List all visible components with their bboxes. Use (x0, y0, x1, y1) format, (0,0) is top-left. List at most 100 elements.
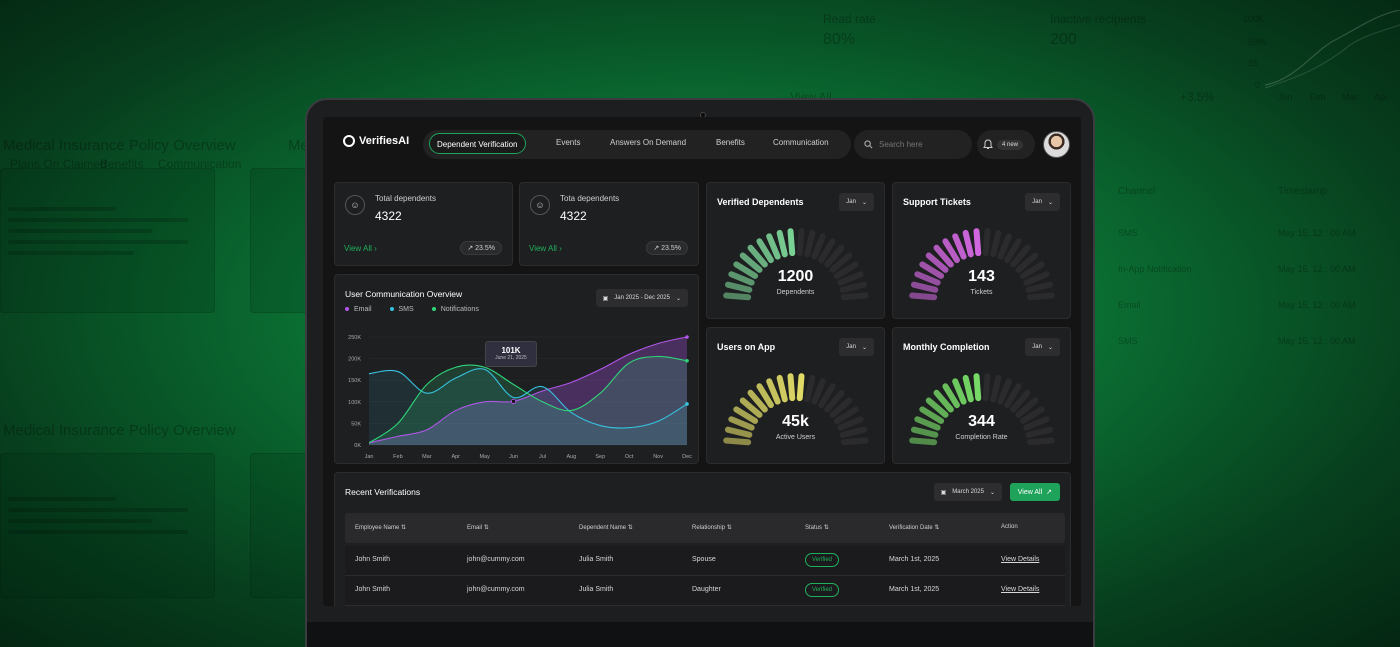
chevron-down-icon: ⌄ (1047, 344, 1053, 351)
users-icon: ☺ (345, 195, 365, 215)
bg-td: May 15, 12 : 00 AM (1278, 264, 1356, 274)
gauge-title: Users on App (717, 342, 776, 352)
highlight-point (510, 398, 517, 405)
view-all-button[interactable]: View All ↗ (1009, 483, 1060, 501)
bg-stat-value-2: 200 (1050, 31, 1077, 48)
month-dropdown[interactable]: Jan ⌄ (1025, 193, 1060, 211)
tab-events[interactable]: Events (556, 138, 580, 147)
month-dropdown[interactable]: ▣ March 2025 ⌄ (933, 483, 1002, 501)
y-tick-label: 150K (348, 378, 361, 384)
month-dropdown[interactable]: Jan ⌄ (1025, 338, 1060, 356)
change-badge: ↗ 23.5% (646, 241, 688, 255)
y-tick-label: 50K (351, 421, 361, 427)
bg-axis-1: 100K (1243, 14, 1265, 24)
tab-benefits[interactable]: Benefits (716, 138, 745, 147)
series-area (369, 356, 687, 445)
brand-name: VerifiesAI (359, 135, 410, 147)
communication-overview-card: User Communication Overview ▣ Jan 2025 -… (334, 274, 699, 464)
tab-dependent-verification[interactable]: Dependent Verification (429, 133, 526, 154)
x-tick-label: Jul (539, 454, 546, 460)
gauge-subtitle: Active Users (775, 434, 816, 441)
status-badge: Verified (805, 583, 840, 597)
bg-panel (250, 168, 310, 313)
gauge-segment (766, 378, 781, 405)
x-tick-label: Apr (451, 454, 460, 460)
gauge-segment (962, 229, 974, 258)
gauge-subtitle: Dependents (776, 289, 815, 296)
th-status[interactable]: Status ⇅ (805, 524, 829, 531)
laptop-frame: VerifiesAI Dependent Verification Events… (305, 98, 1095, 647)
user-avatar[interactable] (1043, 131, 1070, 158)
month-dropdown[interactable]: Jan ⌄ (839, 193, 874, 211)
calendar-icon: ▣ (940, 489, 947, 496)
month-dropdown[interactable]: Jan ⌄ (839, 338, 874, 356)
gauge-card-users-on-app: Users on App Jan ⌄ 45k Active Users (706, 327, 885, 464)
view-all-link[interactable]: View All › (344, 244, 377, 253)
bg-month: Feb (1310, 92, 1326, 102)
notification-button[interactable]: 4 new (977, 130, 1035, 159)
brand-logo[interactable]: VerifiesAI (343, 135, 409, 147)
logo-icon (343, 135, 355, 147)
stat-card-total-dependents-2: ☺ Tota dependents 4322 View All › ↗ 23.5… (519, 182, 699, 266)
th-email[interactable]: Email ⇅ (467, 524, 489, 531)
gauge-value: 1200 (777, 268, 814, 285)
gauge-segment (973, 373, 982, 402)
gauge-card-support-tickets: Support Tickets Jan ⌄ 143 Tickets (892, 182, 1071, 319)
gauge-segment (787, 228, 796, 257)
dropdown-label: Jan (1032, 344, 1042, 350)
employee-name: John Smith (355, 556, 391, 563)
trend-up-icon: ↗ (653, 245, 660, 252)
change-value: 23.5% (661, 245, 681, 252)
tab-communication[interactable]: Communication (773, 138, 829, 147)
gauge-card-verified-dependents: Verified Dependents Jan ⌄ 1200 Dependents (706, 182, 885, 319)
table-row: John Smith john@cummy.com Julia Smith Da… (345, 576, 1065, 606)
bg-axis-2: 50% (1248, 37, 1267, 47)
view-all-label: View All (529, 244, 557, 253)
y-tick-label: 0K (354, 443, 361, 449)
bg-panel (250, 453, 310, 598)
status-badge: Verified (805, 553, 840, 567)
view-details-link[interactable]: View Details (1001, 586, 1039, 593)
y-tick-label: 200K (348, 357, 361, 363)
chart-tooltip: 101K June 21, 2025 (485, 341, 537, 367)
bg-td: May 15, 12 : 00 AM (1278, 300, 1356, 310)
tooltip-date: June 21, 2025 (495, 355, 527, 361)
bg-td: May 15, 12 : 00 AM (1278, 228, 1356, 238)
x-tick-label: Mar (422, 454, 432, 460)
x-tick-label: Jan (365, 454, 374, 460)
th-verification-date[interactable]: Verification Date ⇅ (889, 524, 939, 531)
top-bar: VerifiesAI Dependent Verification Events… (323, 117, 1081, 173)
th-relationship[interactable]: Relationship ⇅ (692, 524, 732, 531)
stat-label: Tota dependents (560, 194, 620, 203)
chevron-down-icon: ⌄ (861, 199, 867, 206)
gauge-segment (982, 228, 991, 257)
th-label: Employee Name (355, 525, 400, 531)
verification-date: March 1st, 2025 (889, 556, 940, 563)
gauge-title: Support Tickets (903, 197, 971, 207)
view-all-link[interactable]: View All › (529, 244, 562, 253)
search-icon (864, 140, 873, 149)
gauge-segment (796, 228, 805, 257)
th-employee-name[interactable]: Employee Name ⇅ (355, 524, 406, 531)
users-icon: ☺ (530, 195, 550, 215)
bg-title-1: Medical Insurance Policy Overview (3, 137, 236, 154)
verification-date: March 1st, 2025 (889, 586, 940, 593)
th-dependent-name[interactable]: Dependent Name ⇅ (579, 524, 633, 531)
tab-answers-on-demand[interactable]: Answers On Demand (610, 138, 686, 147)
gauge-segment (811, 378, 826, 405)
employee-name: John Smith (355, 586, 391, 593)
bg-stat-value-1: 80% (823, 31, 856, 48)
tooltip-value: 101K (501, 346, 521, 355)
stat-value: 4322 (560, 209, 587, 223)
bg-th-timestamp: Timestamp (1278, 186, 1328, 197)
search-input[interactable] (879, 140, 959, 149)
x-tick-label: Jun (509, 454, 518, 460)
dependent-name: Julia Smith (579, 586, 614, 593)
change-badge: ↗ 23.5% (460, 241, 502, 255)
gauge-segment (804, 229, 816, 258)
sort-icon: ⇅ (726, 525, 732, 531)
gauge-segment (766, 233, 781, 260)
gauge-value: 143 (968, 268, 995, 285)
gauge-segment (997, 378, 1012, 405)
view-details-link[interactable]: View Details (1001, 556, 1039, 563)
